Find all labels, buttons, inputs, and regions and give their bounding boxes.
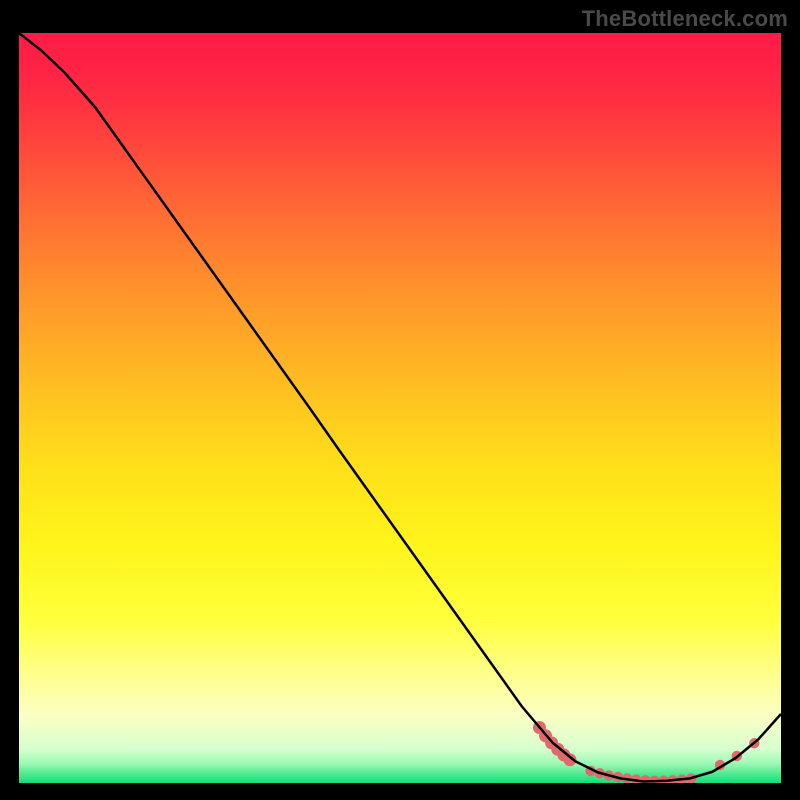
chart-background (19, 33, 781, 783)
bottleneck-chart (19, 33, 781, 783)
chart-frame: TheBottleneck.com (0, 0, 800, 800)
watermark-text: TheBottleneck.com (582, 6, 788, 32)
